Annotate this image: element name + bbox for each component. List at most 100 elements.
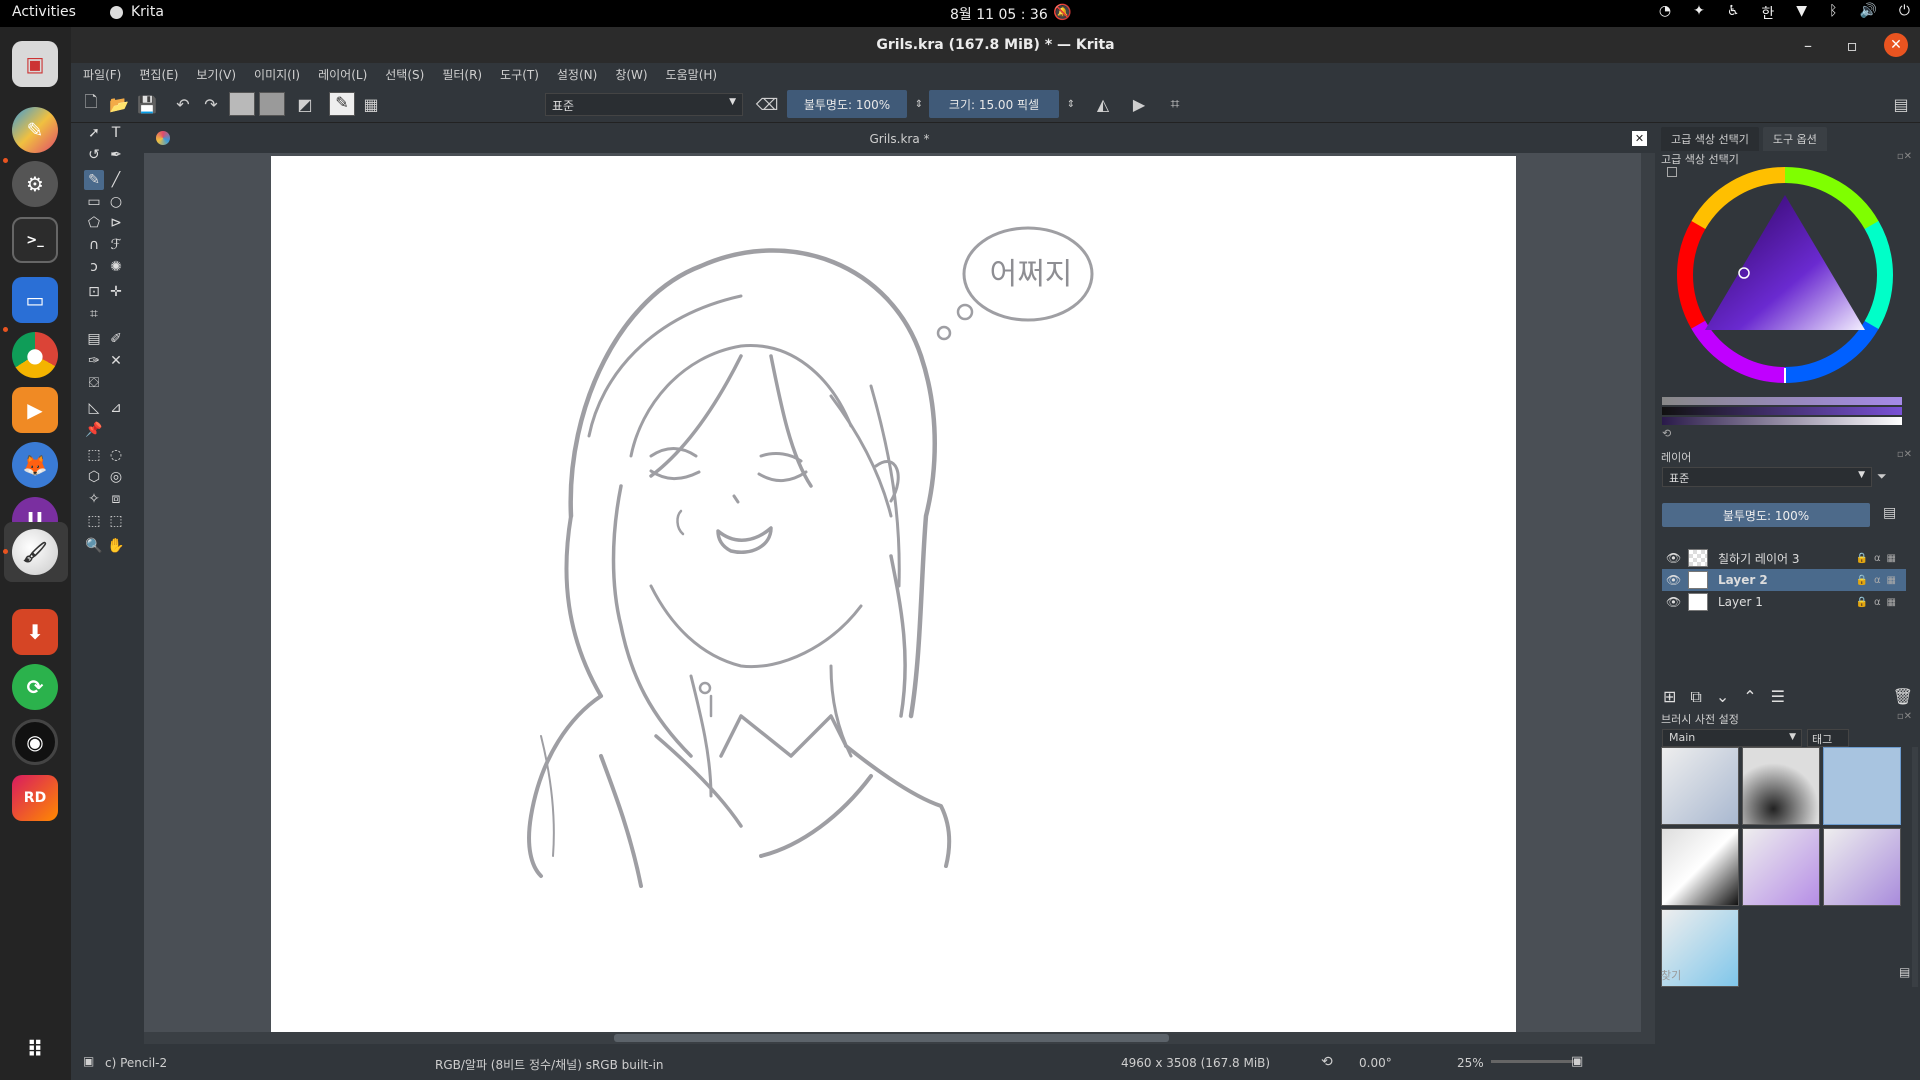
close-document-icon[interactable]: ✕ xyxy=(1632,131,1647,146)
zoom-value[interactable]: 25% xyxy=(1457,1056,1484,1070)
image-dimensions-label[interactable]: 4960 x 3508 (167.8 MiB) xyxy=(1121,1056,1270,1070)
files-app-icon[interactable]: ▭ xyxy=(12,277,58,323)
bezier-select-icon[interactable]: ⬚ xyxy=(84,511,104,531)
color-picker-tray-icon[interactable]: ✦ xyxy=(1693,3,1705,23)
eraser-mode-icon[interactable]: ⌫ xyxy=(755,93,779,115)
menu-image[interactable]: 이미지(I) xyxy=(254,66,300,83)
new-document-icon[interactable]: 🗋 xyxy=(79,92,103,115)
clock[interactable]: 8월 11 05 : 36 xyxy=(950,4,1048,24)
redo-icon[interactable]: ↷ xyxy=(199,93,223,115)
crop-tool-icon[interactable]: ⌗ xyxy=(84,304,104,324)
polyline-tool-icon[interactable]: ⊳ xyxy=(106,213,126,233)
freehand-brush-icon[interactable]: ✎ xyxy=(84,170,104,190)
ellipse-select-icon[interactable]: ◌ xyxy=(106,445,126,465)
gradient-selector[interactable] xyxy=(229,92,255,116)
brush-float-close-icon[interactable]: ▫✕ xyxy=(1897,711,1912,722)
brush-preset-ink[interactable] xyxy=(1661,828,1739,906)
assistant-tool-icon[interactable]: ◺ xyxy=(84,398,104,418)
menu-layer[interactable]: 레이어(L) xyxy=(318,66,367,83)
menu-select[interactable]: 선택(S) xyxy=(385,66,424,83)
layer-row-selected[interactable]: 👁 Layer 2 🔒α▦ xyxy=(1662,569,1906,591)
input-method-indicator[interactable]: 한 xyxy=(1761,3,1774,23)
vertical-scrollbar[interactable] xyxy=(1641,153,1655,1044)
bluetooth-icon[interactable]: ᛒ xyxy=(1829,3,1837,23)
menu-window[interactable]: 창(W) xyxy=(615,66,647,83)
rectangle-tool-icon[interactable]: ▭ xyxy=(84,192,104,212)
freehand-select-icon[interactable]: ◎ xyxy=(106,467,126,487)
panel-float-close-icon[interactable]: ▫✕ xyxy=(1897,151,1912,162)
mirror-vertical-icon[interactable]: ▶ xyxy=(1127,93,1151,115)
tab-tool-options[interactable]: 도구 옵션 xyxy=(1762,127,1827,151)
tag-button[interactable]: 태그 xyxy=(1807,729,1849,747)
contiguous-select-icon[interactable]: ✧ xyxy=(84,489,104,509)
size-stepper[interactable]: ⇕ xyxy=(1059,93,1083,115)
tab-advanced-color-selector[interactable]: 고급 색상 선택기 xyxy=(1661,127,1759,151)
system-tray[interactable]: ◔ ✦ ♿ 한 ▼ ᛒ 🔊 ⏻ xyxy=(1659,3,1910,23)
pinta-app-icon[interactable]: ✎ xyxy=(12,107,58,153)
app-menu[interactable]: Krita xyxy=(110,4,164,20)
dynamic-brush-icon[interactable]: ↄ xyxy=(84,257,104,277)
smart-patch-icon[interactable]: ✕ xyxy=(106,351,126,371)
maximize-button[interactable]: ▫ xyxy=(1840,33,1864,57)
calligraphy-icon[interactable]: ✒ xyxy=(106,145,126,165)
open-document-icon[interactable]: 📂 xyxy=(107,93,131,115)
volume-icon[interactable]: 🔊 xyxy=(1859,3,1876,23)
fill-tool-icon[interactable]: ⛋ xyxy=(84,373,104,393)
menu-settings[interactable]: 설정(N) xyxy=(557,66,597,83)
duplicate-layer-icon[interactable]: ⧉ xyxy=(1690,687,1701,707)
size-slider[interactable]: 크기: 15.00 픽셀 xyxy=(929,90,1059,118)
activities-button[interactable]: Activities xyxy=(12,4,76,20)
terminal-app-icon[interactable]: >_ xyxy=(12,217,58,263)
layer-opacity-slider[interactable]: 불투명도: 100% xyxy=(1662,503,1870,527)
visibility-eye-icon[interactable]: 👁 xyxy=(1666,573,1682,587)
power-icon[interactable]: ⏻ xyxy=(1899,3,1910,23)
wrap-around-icon[interactable]: ⌗ xyxy=(1163,93,1187,115)
text-tool-icon[interactable]: T xyxy=(106,123,126,143)
screenshot-app-icon[interactable]: ▣ xyxy=(12,41,58,87)
minimize-button[interactable]: – xyxy=(1796,33,1820,57)
brush-preset-airbrush[interactable] xyxy=(1742,747,1820,825)
menu-edit[interactable]: 편집(E) xyxy=(139,66,178,83)
gradient-tool-icon[interactable]: ▤ xyxy=(84,329,104,349)
saturation-slider[interactable] xyxy=(1662,397,1902,405)
opacity-slider[interactable]: 불투명도: 100% xyxy=(787,90,907,118)
layer-properties-icon[interactable]: ▤ xyxy=(1883,505,1896,521)
blend-mode-select[interactable]: 표준 ▼ xyxy=(545,93,743,116)
workspace-icon[interactable]: ▤ xyxy=(1889,93,1913,115)
line-tool-icon[interactable]: ╱ xyxy=(106,170,126,190)
krita-dock-icon[interactable]: 🖌 xyxy=(12,529,58,575)
rotation-icon[interactable]: ⟲ xyxy=(1321,1054,1333,1070)
delete-layer-icon[interactable]: 🗑 xyxy=(1893,687,1913,707)
brush-settings-icon[interactable]: ▦ xyxy=(359,93,383,115)
video-downloader-app-icon[interactable]: ⬇ xyxy=(12,609,58,655)
horizontal-scrollbar[interactable] xyxy=(144,1032,1641,1044)
edit-shapes-icon[interactable]: ↺ xyxy=(84,145,104,165)
polygon-select-icon[interactable]: ⬡ xyxy=(84,467,104,487)
bezier-tool-icon[interactable]: ∩ xyxy=(84,235,104,255)
pan-tool-icon[interactable]: ✋ xyxy=(106,536,126,556)
visibility-eye-icon[interactable]: 👁 xyxy=(1666,551,1682,565)
move-layer-down-icon[interactable]: ⌄ xyxy=(1716,687,1729,707)
brush-search-input[interactable]: 찾기 xyxy=(1661,965,1891,983)
lightness-slider[interactable] xyxy=(1662,417,1902,425)
wifi-icon[interactable]: ▼ xyxy=(1796,3,1807,23)
brush-scrollbar[interactable] xyxy=(1912,747,1918,987)
document-tab-title[interactable]: Grils.kra * xyxy=(144,132,1655,146)
layer-settings-icon[interactable]: ☰ xyxy=(1771,687,1785,707)
accessibility-icon[interactable]: ♿ xyxy=(1727,3,1740,23)
brush-preset-watercolor[interactable] xyxy=(1742,828,1820,906)
media-player-app-icon[interactable]: ▶ xyxy=(12,387,58,433)
value-slider[interactable] xyxy=(1662,407,1902,415)
chrome-app-icon[interactable]: ● xyxy=(12,332,58,378)
rect-select-icon[interactable]: ⬚ xyxy=(84,445,104,465)
camera-app-icon[interactable]: ◉ xyxy=(12,719,58,765)
close-window-button[interactable]: ✕ xyxy=(1884,33,1908,57)
move-layer-up-icon[interactable]: ⌃ xyxy=(1743,687,1756,707)
color-sampler-icon[interactable]: ✐ xyxy=(106,329,126,349)
ellipse-tool-icon[interactable]: ○ xyxy=(106,192,126,212)
rider-app-icon[interactable]: RD xyxy=(12,775,58,821)
measure-tool-icon[interactable]: ⊿ xyxy=(106,398,126,418)
layer-flags-icon[interactable]: 🔒α▦ xyxy=(1856,575,1903,586)
brush-search-options-icon[interactable]: ▤ xyxy=(1899,965,1910,979)
visibility-eye-icon[interactable]: 👁 xyxy=(1666,595,1682,609)
